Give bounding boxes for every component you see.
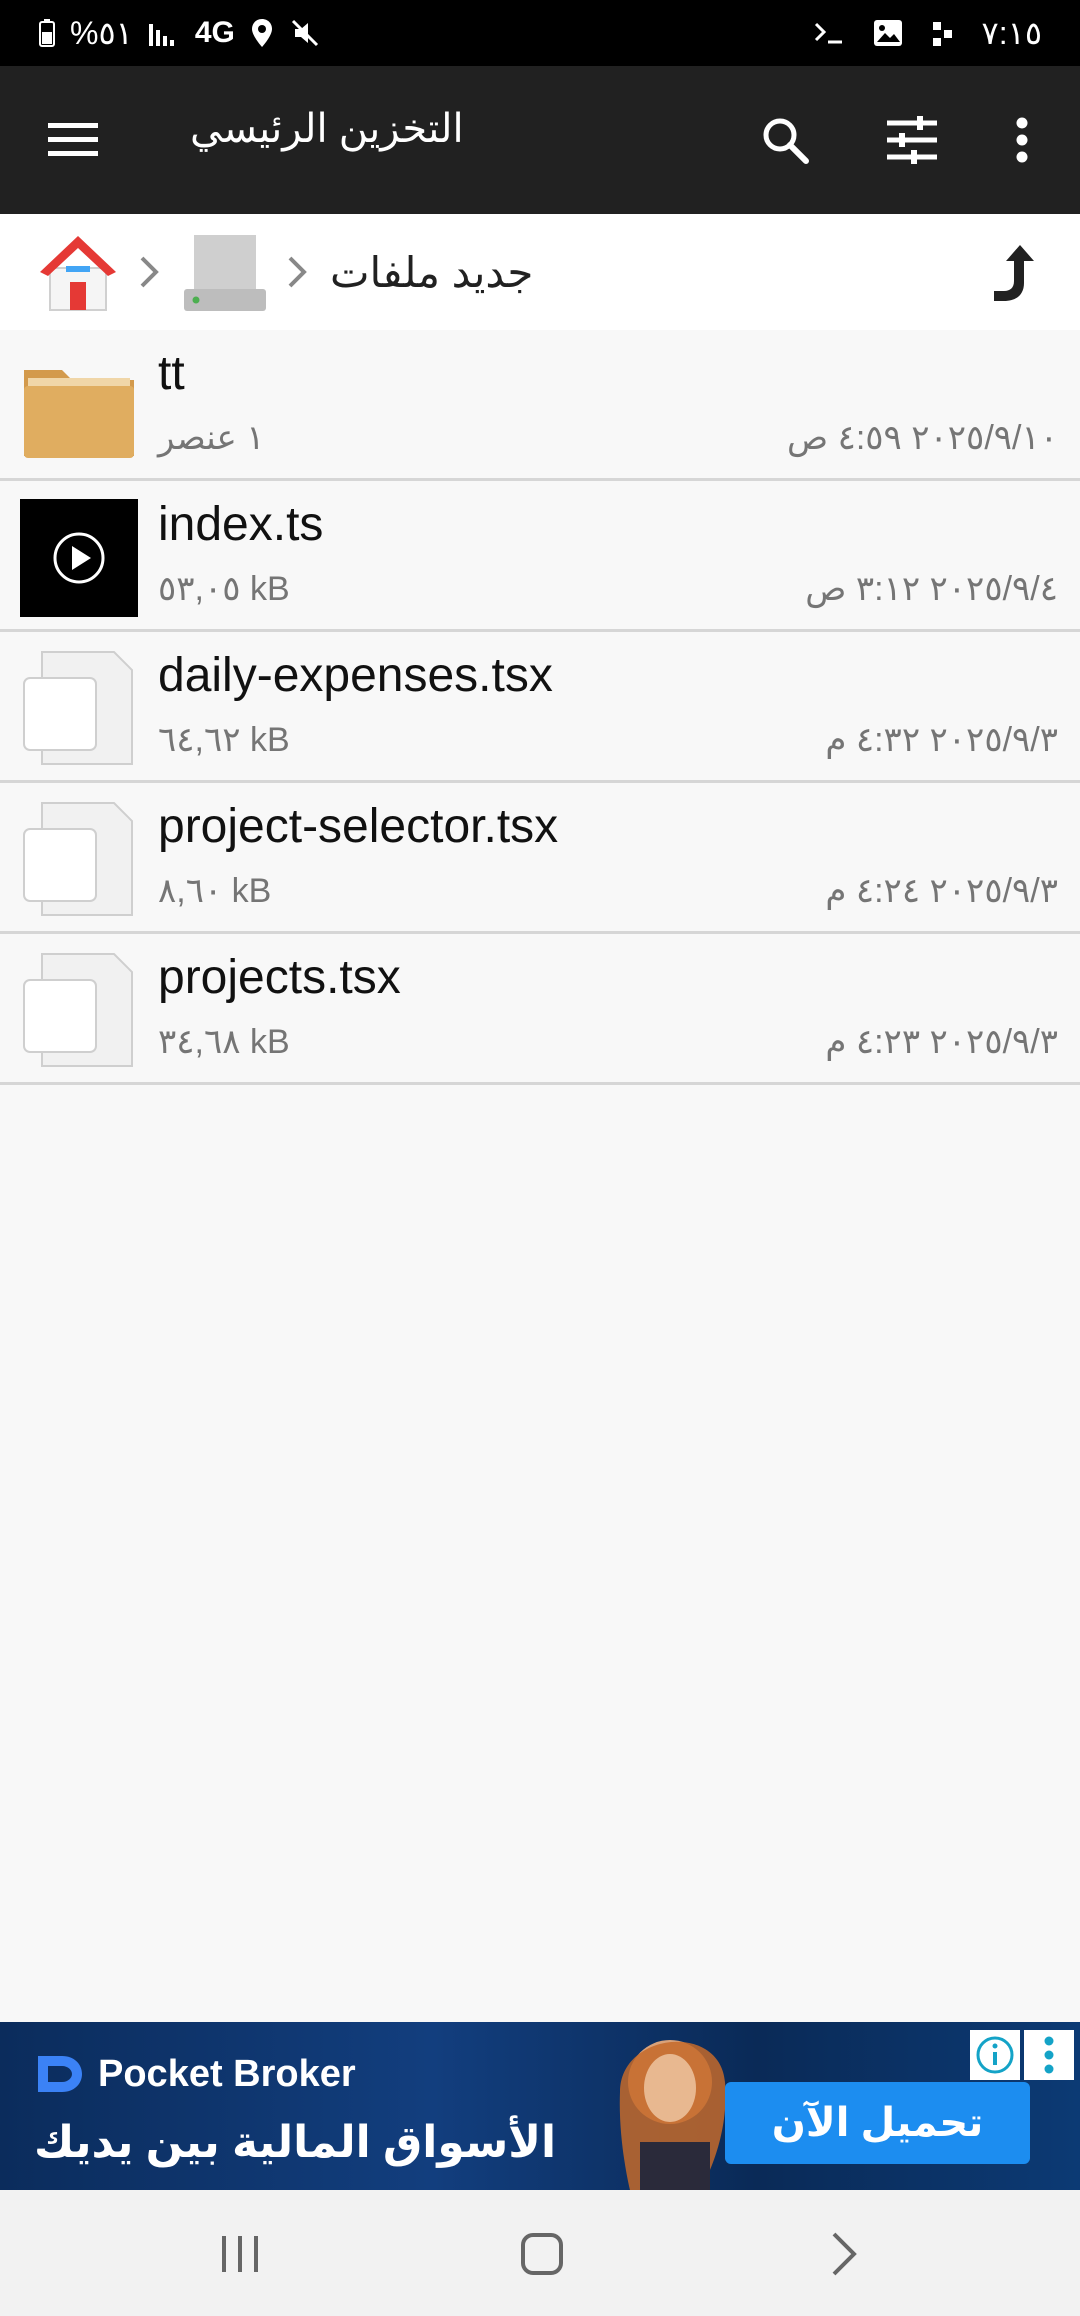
recents-icon [222,2236,258,2272]
breadcrumb: جديد ملفات [0,214,1080,332]
list-item[interactable]: projects.tsx ٣٤,٦٨ kB ٢٠٢٥/٩/٣ ٤:٢٣ م [0,934,1080,1085]
file-name: tt [158,347,185,400]
signal-icon [147,0,181,66]
home-button[interactable] [492,2214,592,2294]
search-icon [763,118,809,164]
status-bar: %٥١ 4G ٧:١٥ [0,0,1080,66]
up-arrow-icon [994,245,1034,301]
file-date: ٢٠٢٥/٩/٣ ٤:٣٢ م [825,721,1058,759]
battery-icon [38,0,56,66]
file-date: ٢٠٢٥/٩/٤ ٣:١٢ ص [805,570,1058,608]
mute-icon [289,0,321,66]
file-date: ٢٠٢٥/٩/٣ ٤:٢٣ م [825,1023,1058,1061]
breadcrumb-home[interactable] [36,214,120,330]
page-title: التخزين الرئيسي [190,107,464,151]
ad-tagline: الأسواق المالية بين يديك [34,2118,557,2167]
ad-brand: Pocket Broker [34,2052,356,2096]
chevron-right-icon [286,214,310,330]
file-list: tt ١ عنصر ٢٠٢٥/٩/١٠ ٤:٥٩ ص index.ts ٥٣,٠… [0,330,1080,1085]
more-vert-icon [1016,117,1028,163]
ad-options-button[interactable] [1024,2030,1074,2080]
chevron-right-icon [138,214,162,330]
image-icon [872,0,904,66]
ad-brand-label: Pocket Broker [98,2052,356,2095]
filter-button[interactable] [872,104,952,176]
sliders-icon [887,116,937,164]
file-name: projects.tsx [158,951,401,1004]
file-name: daily-expenses.tsx [158,649,553,702]
up-button[interactable] [990,214,1036,330]
file-date: ٢٠٢٥/٩/٣ ٤:٢٤ م [825,872,1058,910]
app-bar: التخزين الرئيسي [0,66,1080,214]
file-detail: ١ عنصر [158,419,265,457]
file-detail: ٥٣,٠٥ kB [158,570,290,608]
terminal-icon [812,0,846,66]
ad-info-button[interactable] [970,2030,1020,2080]
recents-button[interactable] [190,2214,290,2294]
chevron-right-icon [832,2232,857,2276]
menu-icon [48,123,98,156]
file-date: ٢٠٢٥/٩/١٠ ٤:٥٩ ص [787,419,1058,457]
list-item[interactable]: project-selector.tsx ٨,٦٠ kB ٢٠٢٥/٩/٣ ٤:… [0,783,1080,934]
search-button[interactable] [745,104,825,176]
pocket-broker-logo-icon [38,2056,82,2092]
cast-icon [930,0,956,66]
breadcrumb-drive[interactable] [182,214,268,330]
file-icon [20,952,138,1070]
file-detail: ٨,٦٠ kB [158,872,272,910]
drive-icon [184,235,266,311]
info-icon [976,2036,1014,2074]
more-options-button[interactable] [982,104,1062,176]
file-name: project-selector.tsx [158,800,559,853]
home-nav-icon [521,2233,563,2275]
file-detail: ٣٤,٦٨ kB [158,1023,290,1061]
file-icon [20,650,138,768]
video-thumbnail-icon [20,499,138,617]
location-icon [249,0,275,66]
system-nav-bar [0,2190,1080,2316]
breadcrumb-current-folder[interactable]: جديد ملفات [330,214,533,330]
list-item[interactable]: index.ts ٥٣,٠٥ kB ٢٠٢٥/٩/٤ ٣:١٢ ص [0,481,1080,632]
file-detail: ٦٤,٦٢ kB [158,721,290,759]
file-icon [20,801,138,919]
clock: ٧:١٥ [981,15,1042,51]
file-name: index.ts [158,498,324,551]
more-vert-icon [1044,2036,1054,2074]
battery-percent: %٥١ [70,15,133,51]
home-icon [40,236,116,311]
ad-cta-button[interactable]: تحميل الآن [725,2082,1030,2164]
list-item[interactable]: tt ١ عنصر ٢٠٢٥/٩/١٠ ٤:٥٩ ص [0,330,1080,481]
menu-button[interactable] [28,104,118,176]
breadcrumb-label: جديد ملفات [330,248,534,296]
folder-icon [20,348,138,466]
list-item[interactable]: daily-expenses.tsx ٦٤,٦٢ kB ٢٠٢٥/٩/٣ ٤:٣… [0,632,1080,783]
network-type: 4G [194,16,235,49]
ad-banner[interactable]: Pocket Broker الأسواق المالية بين يديك ت… [0,2022,1080,2190]
back-button[interactable] [794,2214,894,2294]
